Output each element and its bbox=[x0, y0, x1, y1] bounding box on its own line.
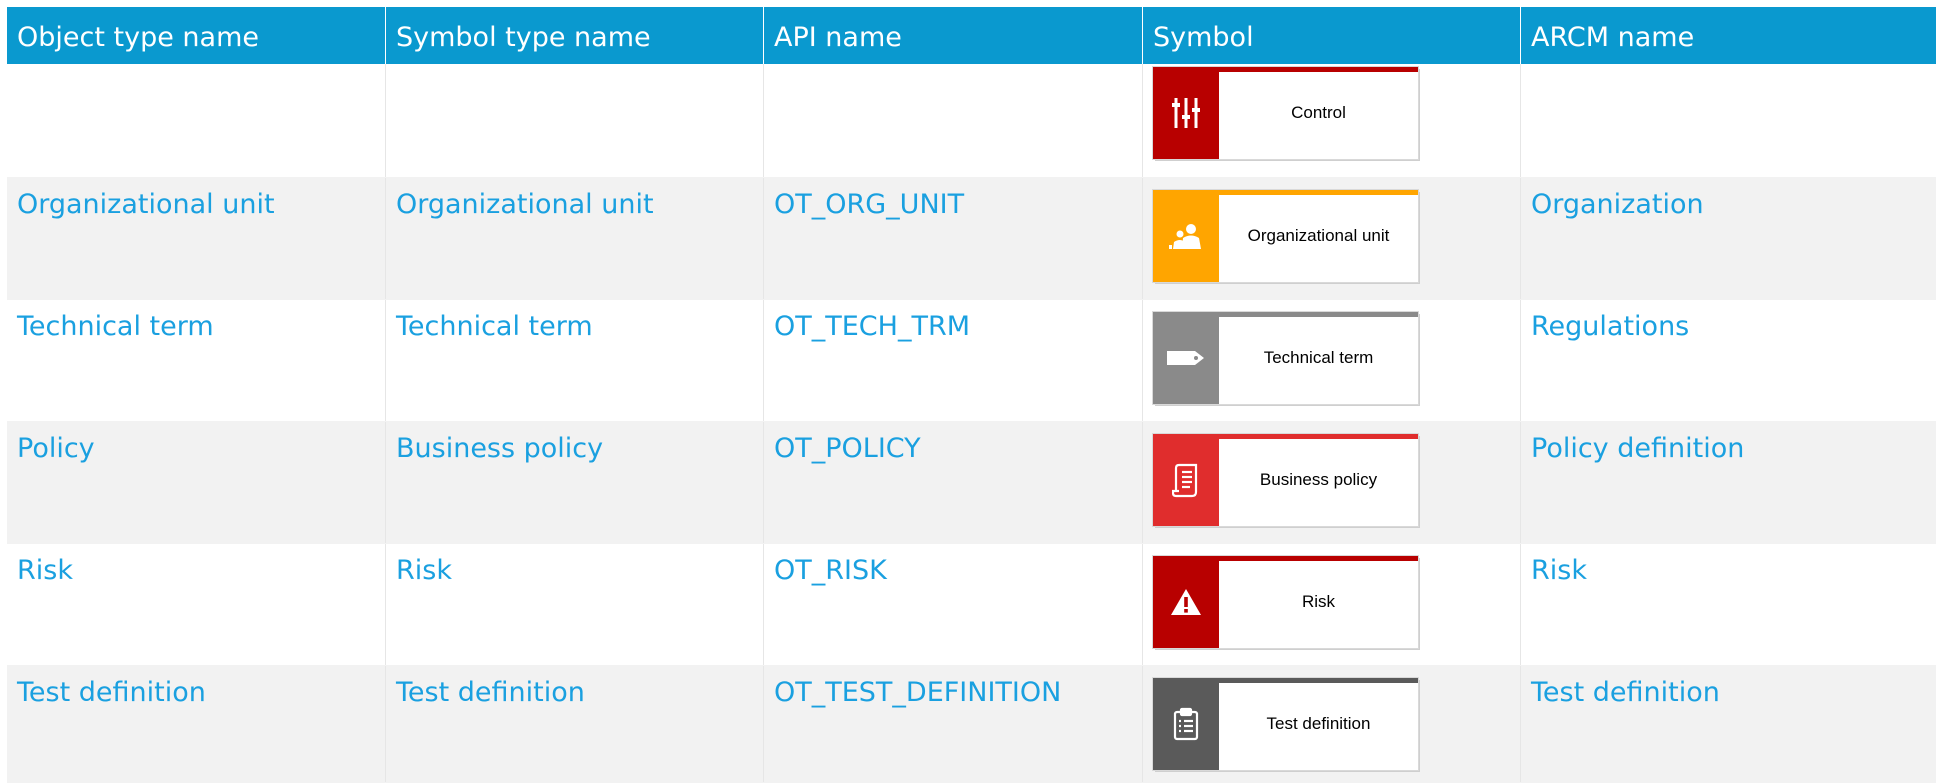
scroll-icon bbox=[1153, 434, 1219, 526]
symbol-type-cell[interactable]: Technical term bbox=[386, 300, 764, 421]
object-type-cell[interactable]: Policy bbox=[7, 422, 386, 543]
arcm-name-cell[interactable]: Regulations bbox=[1521, 300, 1936, 421]
symbol-label: Organizational unit bbox=[1247, 226, 1390, 245]
control-symbol: Control bbox=[1153, 67, 1418, 159]
symbol-label: Technical term bbox=[1263, 348, 1374, 367]
symbol-type-cell[interactable]: Risk bbox=[386, 544, 764, 665]
object-type-cell[interactable]: Organizational unit bbox=[7, 178, 386, 299]
header-api-name: API name bbox=[764, 7, 1143, 64]
risk-symbol: Risk bbox=[1153, 556, 1418, 648]
table-row: Control bbox=[7, 64, 1936, 178]
api-name-cell[interactable]: OT_TEST_DEFINITION bbox=[764, 666, 1143, 782]
symbol-type-cell[interactable]: Test definition bbox=[386, 666, 764, 782]
table-row: Technical term Technical term OT_TECH_TR… bbox=[7, 300, 1936, 422]
symbol-type-cell[interactable]: Business policy bbox=[386, 422, 764, 543]
symbol-cell: Risk bbox=[1143, 544, 1521, 665]
object-type-cell[interactable]: Technical term bbox=[7, 300, 386, 421]
api-name-cell[interactable]: OT_ORG_UNIT bbox=[764, 178, 1143, 299]
symbol-label: Test definition bbox=[1266, 714, 1371, 733]
symbol-cell: Organizational unit bbox=[1143, 178, 1521, 299]
people-icon bbox=[1153, 190, 1219, 282]
arcm-name-cell[interactable]: Policy definition bbox=[1521, 422, 1936, 543]
api-name-cell[interactable]: OT_POLICY bbox=[764, 422, 1143, 543]
symbol-cell: Technical term bbox=[1143, 300, 1521, 421]
arcm-name-cell[interactable]: Risk bbox=[1521, 544, 1936, 665]
symbol-type-cell[interactable] bbox=[386, 64, 764, 177]
table-row: Risk Risk OT_RISK Risk Risk bbox=[7, 544, 1936, 666]
table-row: Policy Business policy OT_POLICY Busines… bbox=[7, 422, 1936, 544]
warning-icon bbox=[1153, 556, 1219, 648]
header-object-type-name: Object type name bbox=[7, 7, 386, 64]
business-policy-symbol: Business policy bbox=[1153, 434, 1418, 526]
table-header-row: Object type name Symbol type name API na… bbox=[7, 7, 1936, 64]
symbol-label: Risk bbox=[1301, 592, 1336, 611]
header-arcm-name: ARCM name bbox=[1531, 22, 1695, 53]
clipboard-icon bbox=[1153, 678, 1219, 770]
arcm-name-cell[interactable]: Test definition bbox=[1521, 666, 1936, 782]
symbol-label: Control bbox=[1291, 103, 1346, 122]
symbol-label: Business policy bbox=[1259, 470, 1378, 489]
api-name-cell[interactable] bbox=[764, 64, 1143, 177]
tag-icon bbox=[1153, 312, 1219, 404]
object-type-table: Object type name Symbol type name API na… bbox=[7, 7, 1936, 783]
table-row: Organizational unit Organizational unit … bbox=[7, 178, 1936, 300]
symbol-cell: Business policy bbox=[1143, 422, 1521, 543]
arcm-name-cell[interactable]: Organization bbox=[1521, 178, 1936, 299]
symbol-cell: Control bbox=[1143, 64, 1521, 177]
header-symbol: Symbol bbox=[1143, 7, 1521, 64]
sliders-icon bbox=[1153, 67, 1219, 159]
arcm-name-cell[interactable] bbox=[1521, 64, 1936, 177]
object-type-cell[interactable]: Risk bbox=[7, 544, 386, 665]
organizational-unit-symbol: Organizational unit bbox=[1153, 190, 1418, 282]
api-name-cell[interactable]: OT_RISK bbox=[764, 544, 1143, 665]
object-type-cell[interactable] bbox=[7, 64, 386, 177]
header-symbol-type-name: Symbol type name bbox=[386, 7, 764, 64]
table-row: Test definition Test definition OT_TEST_… bbox=[7, 666, 1936, 783]
test-definition-symbol: Test definition bbox=[1153, 678, 1418, 770]
object-type-cell[interactable]: Test definition bbox=[7, 666, 386, 782]
technical-term-symbol: Technical term bbox=[1153, 312, 1418, 404]
api-name-cell[interactable]: OT_TECH_TRM bbox=[764, 300, 1143, 421]
symbol-type-cell[interactable]: Organizational unit bbox=[386, 178, 764, 299]
symbol-cell: Test definition bbox=[1143, 666, 1521, 782]
